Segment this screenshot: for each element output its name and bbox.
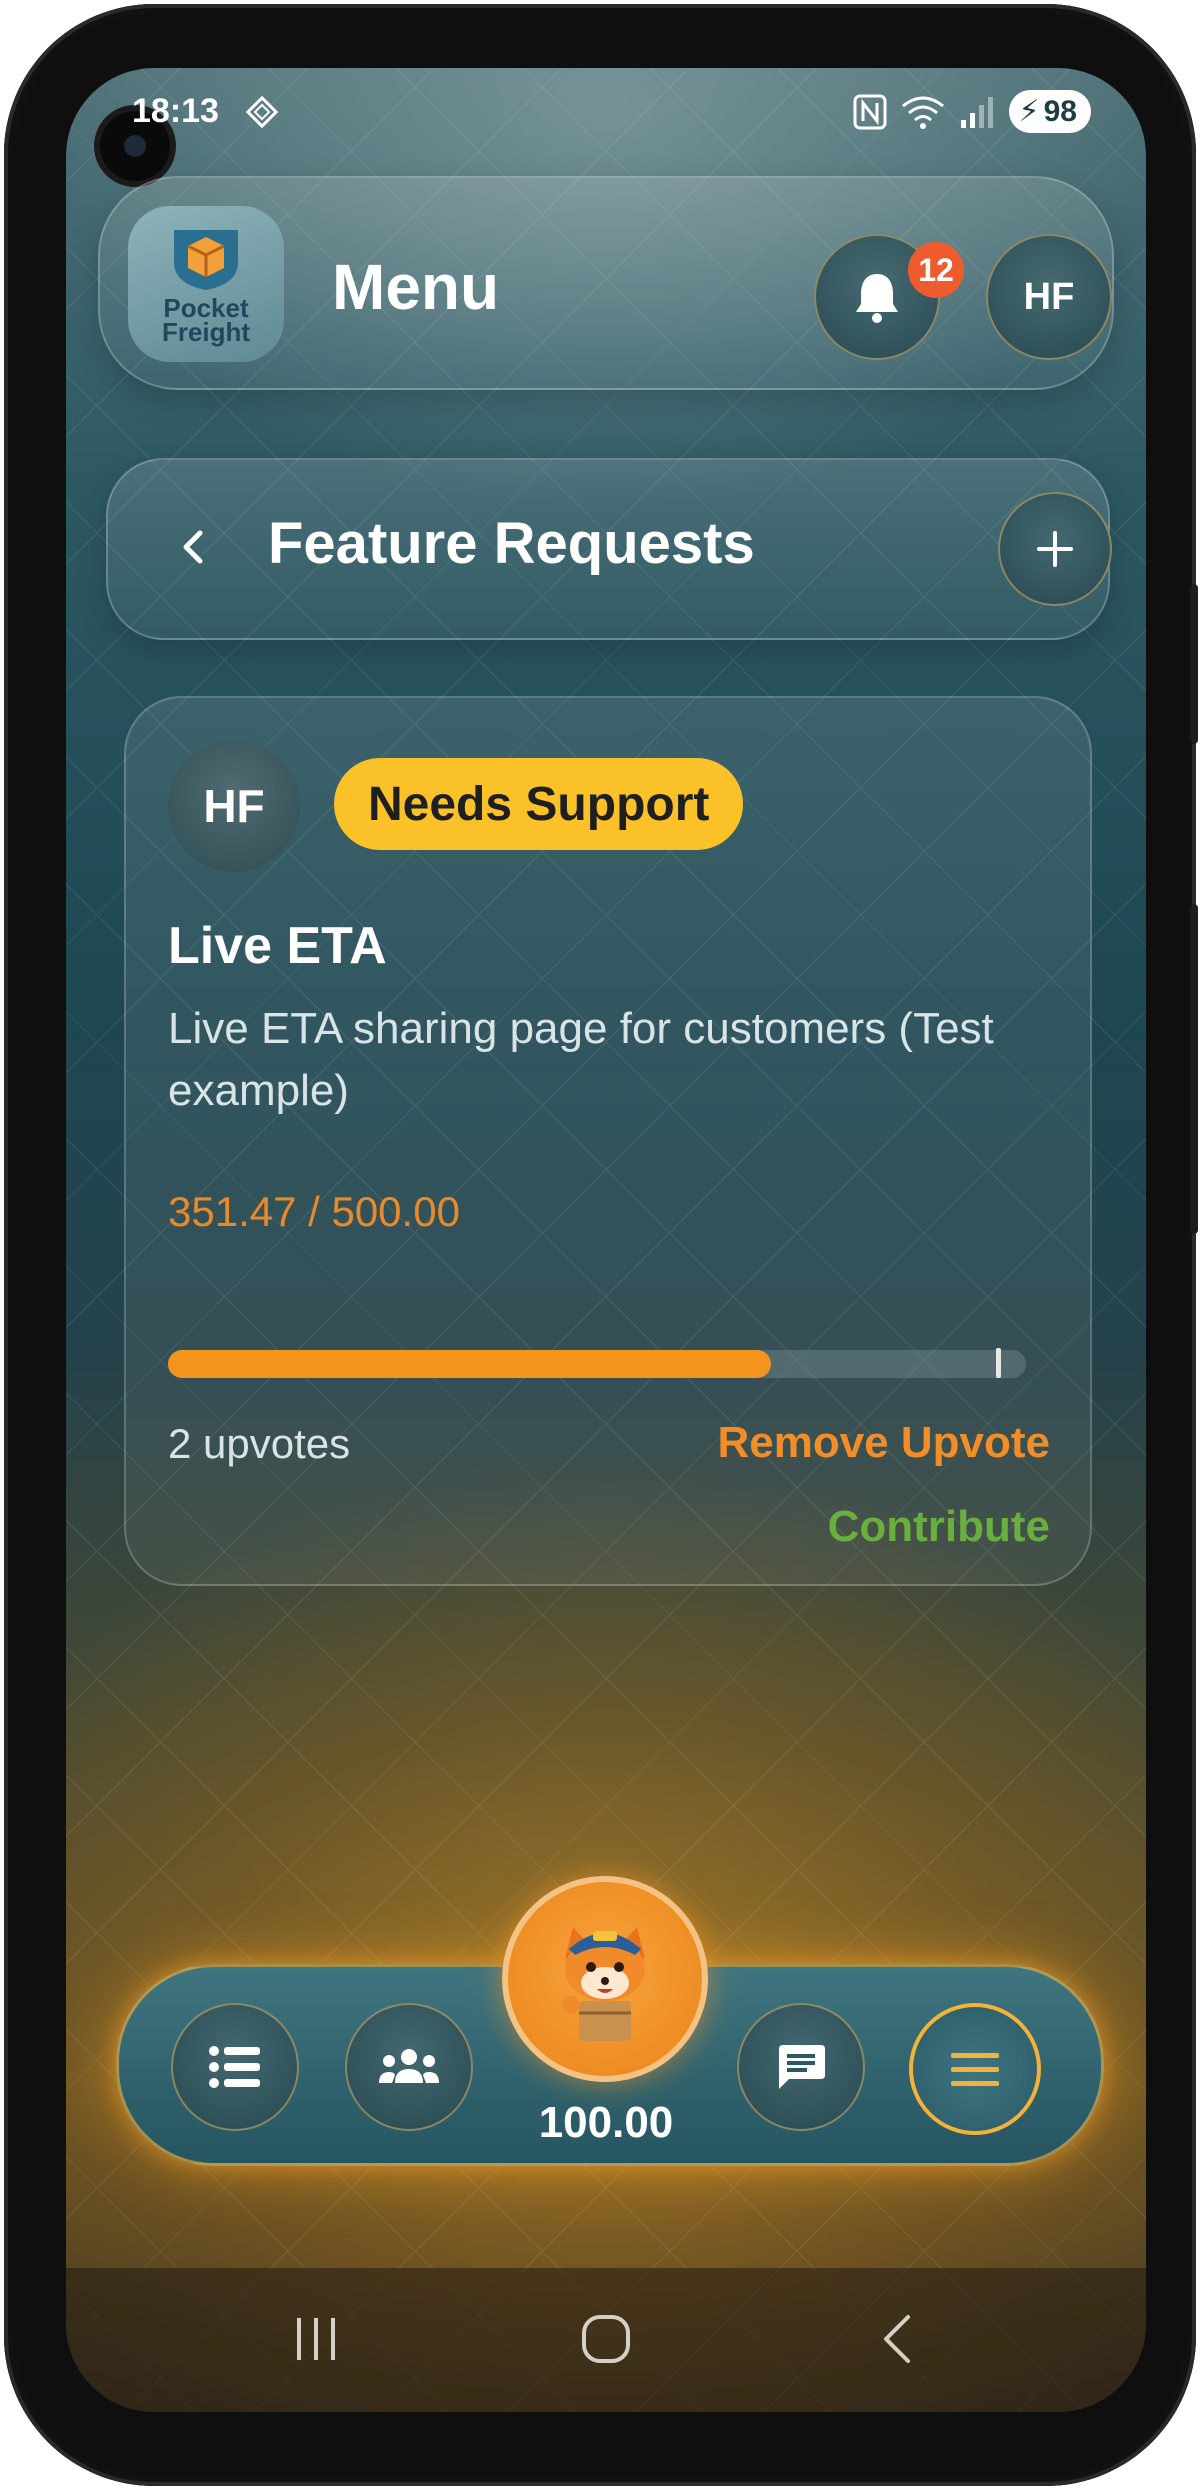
- recent-apps-button[interactable]: [276, 2304, 356, 2374]
- system-navigation-bar: [66, 2268, 1146, 2412]
- back-button[interactable]: [158, 512, 228, 582]
- list-icon: [209, 2046, 260, 2088]
- request-description: Live ETA sharing page for customers (Tes…: [168, 1004, 994, 1115]
- home-icon: [582, 2315, 630, 2363]
- notification-badge: 12: [908, 242, 964, 298]
- group-icon: [379, 2049, 439, 2083]
- home-button[interactable]: [566, 2304, 646, 2374]
- contribute-button[interactable]: Contribute: [828, 1502, 1050, 1552]
- phone-frame: 18:13 ⚡ 98 Pocket Freight Menu 12 HF Fea…: [4, 4, 1198, 2486]
- back-arrow-icon: [884, 2315, 910, 2363]
- status-badge: Needs Support: [334, 758, 744, 850]
- funding-progress-fill: [168, 1350, 772, 1378]
- pocket-freight-logo[interactable]: Pocket Freight: [128, 206, 284, 362]
- chevron-left-icon: [183, 530, 203, 564]
- status-time: 18:13: [132, 92, 219, 130]
- plus-icon: [1037, 531, 1073, 567]
- remove-upvote-button[interactable]: Remove Upvote: [717, 1418, 1050, 1468]
- author-avatar: HF: [168, 740, 300, 872]
- screen: 18:13 ⚡ 98 Pocket Freight Menu 12 HF Fea…: [66, 68, 1146, 2412]
- battery-level: 98: [1043, 94, 1077, 128]
- fox-mascot-icon: [562, 1927, 645, 2041]
- nav-menu-button[interactable]: [909, 2003, 1041, 2135]
- request-title: Live ETA: [168, 917, 387, 975]
- nfc-icon: [853, 94, 887, 129]
- logo-line-2: Freight: [161, 317, 251, 347]
- nav-group-button[interactable]: [345, 2003, 473, 2131]
- power-button: [1190, 904, 1198, 1234]
- sync-icon: [245, 95, 279, 129]
- page-title: Menu: [332, 251, 500, 323]
- feature-request-card: HF Needs Support Live ETA Live ETA shari…: [124, 696, 1092, 1586]
- app-header: Pocket Freight Menu 12 HF: [98, 176, 1114, 390]
- funding-amount: 351.47 / 500.00: [168, 1188, 460, 1235]
- wallet-balance: 100.00: [538, 2098, 674, 2147]
- menu-icon: [951, 2053, 999, 2086]
- nav-list-button[interactable]: [171, 2003, 299, 2131]
- wifi-icon: [901, 96, 944, 129]
- feature-requests-header: Feature Requests: [106, 458, 1112, 640]
- progress-end-marker: [996, 1348, 1001, 1378]
- mascot-action-button[interactable]: [502, 1876, 708, 2082]
- upvote-count: 2 upvotes: [168, 1420, 351, 1467]
- profile-avatar-button[interactable]: HF: [986, 234, 1112, 360]
- charging-icon: ⚡: [1018, 95, 1040, 128]
- logo-text: Pocket Freight: [161, 295, 251, 347]
- chat-icon: [779, 2045, 825, 2089]
- battery-indicator: ⚡ 98: [1008, 90, 1091, 133]
- status-icons: ⚡ 98: [853, 90, 1091, 133]
- avatar-initials: HF: [1023, 275, 1075, 318]
- volume-button: [1190, 584, 1198, 744]
- add-request-button[interactable]: [998, 492, 1112, 606]
- system-back-button[interactable]: [856, 2304, 936, 2374]
- section-title: Feature Requests: [268, 511, 755, 576]
- bell-icon: [856, 274, 898, 323]
- recent-apps-icon: [297, 2318, 335, 2360]
- nav-chat-button[interactable]: [737, 2003, 865, 2131]
- signal-icon: [960, 96, 993, 128]
- funding-progress-bar: [168, 1350, 1026, 1378]
- box-logo-icon: [174, 230, 238, 290]
